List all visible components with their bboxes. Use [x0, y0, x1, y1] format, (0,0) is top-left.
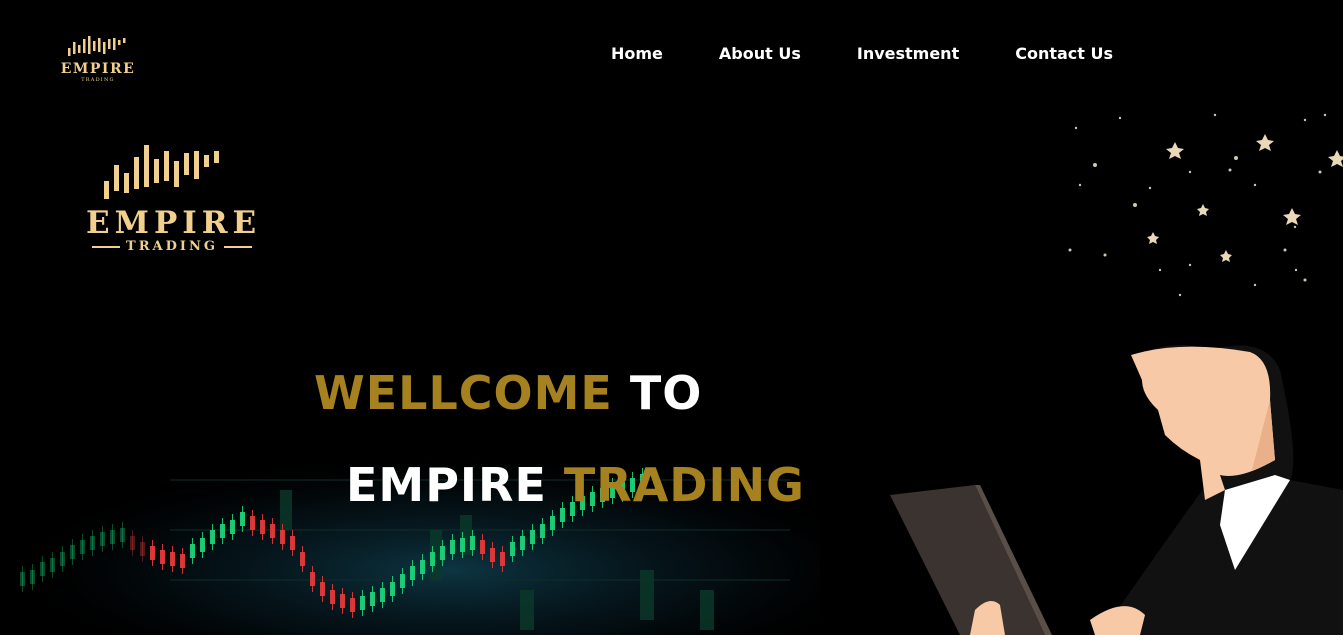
hero-logo-tagline: TRADING: [126, 239, 218, 254]
headline-word: EMPIRE: [346, 458, 547, 512]
woman-with-laptop-illustration: [890, 345, 1343, 635]
headline-word: TRADING: [563, 458, 805, 512]
hero-headline-line1: WELLCOME TO: [314, 366, 702, 420]
headline-word: TO: [629, 366, 703, 420]
hero-logo: EMPIRE TRADING: [86, 143, 258, 258]
candlestick-chart-image: [0, 420, 820, 635]
divider: [223, 245, 252, 248]
hero-logo-tagline-row: TRADING: [86, 239, 258, 254]
nav-contact-us[interactable]: Contact Us: [1015, 44, 1113, 63]
main-nav: Home About Us Investment Contact Us: [611, 44, 1113, 63]
logo-wordmark: EMPIRE: [60, 61, 136, 77]
logo-bars-icon: [104, 145, 219, 199]
logo-tagline: TRADING: [81, 77, 115, 83]
hero-headline-line2: EMPIRE TRADING: [346, 458, 805, 512]
headline-word: WELLCOME: [314, 366, 613, 420]
nav-investment[interactable]: Investment: [857, 44, 959, 63]
hero-logo-wordmark: EMPIRE: [86, 205, 262, 241]
header-logo[interactable]: EMPIRE TRADING: [58, 33, 138, 85]
divider: [92, 245, 121, 248]
star-sparkles: [1068, 113, 1343, 297]
nav-home[interactable]: Home: [611, 44, 663, 63]
nav-about-us[interactable]: About Us: [719, 44, 801, 63]
logo-bars-icon: [68, 36, 126, 56]
